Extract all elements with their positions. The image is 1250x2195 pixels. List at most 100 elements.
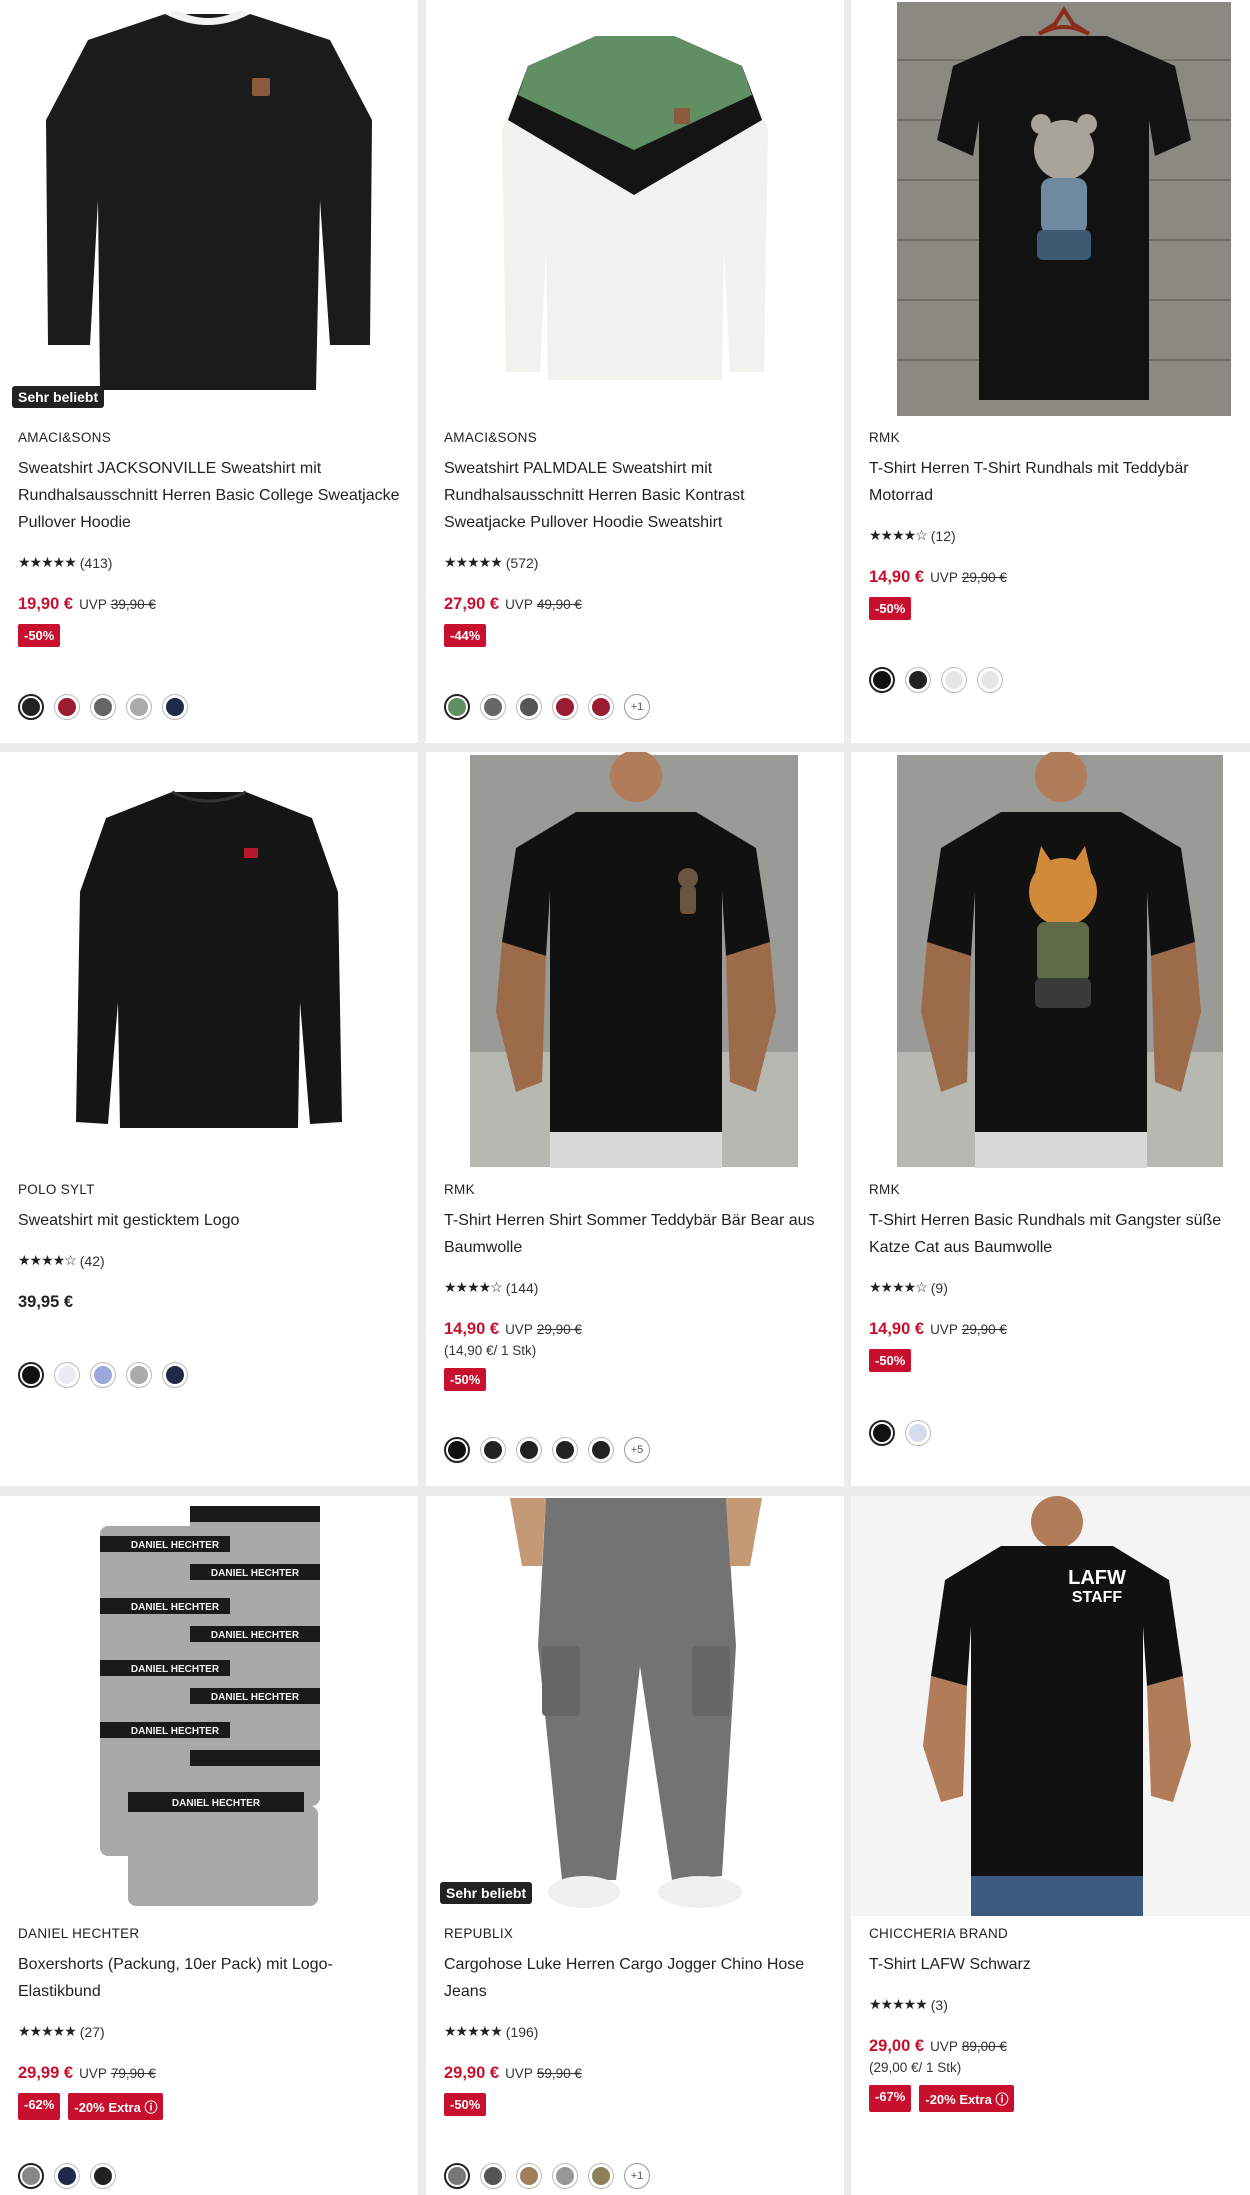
product-card[interactable]: AMACI&SONS Sweatshirt PALMDALE Sweatshir… [426,0,844,743]
price-row: 19,90 € UVP 39,90 € [18,595,400,614]
color-swatch[interactable] [480,2163,506,2189]
uvp-label: UVP [930,570,958,585]
color-swatch[interactable] [480,1437,506,1463]
color-swatches: +1 [444,2163,650,2189]
rating: ★★★★★ (196) [444,2023,826,2040]
rating-stars: ★★★★☆ [869,1279,928,1295]
extra-discount-badge[interactable]: -20% Extra ⓘ [919,2085,1015,2112]
color-swatch[interactable] [54,2163,80,2189]
product-image[interactable] [426,1496,844,1916]
color-swatch[interactable] [90,1362,116,1388]
staff-print-text: STAFF [1072,1589,1123,1606]
color-swatch[interactable] [90,2163,116,2189]
product-image[interactable]: LAFW STAFF [851,1496,1250,1916]
color-swatch[interactable] [126,1362,152,1388]
discount-tags: -50% [869,1349,1232,1372]
product-title[interactable]: T-Shirt Herren Basic Rundhals mit Gangst… [869,1207,1232,1261]
model-tshirt-image: LAFW STAFF [851,1496,1250,1916]
color-swatch[interactable] [162,694,188,720]
product-image[interactable] [0,752,418,1172]
product-card[interactable]: RMK T-Shirt Herren Shirt Sommer Teddybär… [426,752,844,1486]
discount-badge: -67% [869,2085,912,2112]
color-swatch[interactable] [444,694,470,720]
model-tshirt-image [897,752,1223,1168]
model-tshirt-image [470,752,798,1168]
product-image[interactable] [426,752,844,1172]
color-swatch[interactable] [588,1437,614,1463]
color-swatch[interactable] [90,694,116,720]
old-price: 59,90 € [536,2066,582,2081]
more-colors-button[interactable]: +1 [624,694,650,720]
uvp-label: UVP [79,2066,107,2081]
regular-price: 39,95 € [18,1293,74,1311]
color-swatch[interactable] [18,694,44,720]
old-price: 89,00 € [961,2039,1007,2054]
sale-price: 27,90 € [444,595,500,613]
discount-badge: -50% [444,2093,487,2116]
color-swatch[interactable] [126,694,152,720]
discount-badge: -50% [869,1349,912,1372]
product-card[interactable]: Sehr beliebt AMACI&SONS Sweatshirt JACKS… [0,0,418,743]
color-swatch[interactable] [54,1362,80,1388]
color-swatches [18,694,188,720]
color-swatch[interactable] [552,694,578,720]
review-count: (27) [79,2023,105,2040]
product-title[interactable]: Sweatshirt JACKSONVILLE Sweatshirt mit R… [18,455,400,536]
discount-badge: -62% [18,2093,61,2120]
color-swatch[interactable] [552,1437,578,1463]
product-grid: Sehr beliebt AMACI&SONS Sweatshirt JACKS… [0,0,1250,2195]
unit-price: (29,00 €/ 1 Stk) [869,2060,962,2075]
product-card[interactable]: LAFW STAFF CHICCHERIA BRAND T-Shirt LAFW… [851,1496,1250,2195]
product-image[interactable] [851,0,1250,420]
product-image[interactable]: DANIEL HECHTER DANIEL HECHTER DANIEL HEC… [0,1496,418,1916]
color-swatch[interactable] [905,1420,931,1446]
more-colors-button[interactable]: +1 [624,2163,650,2189]
product-title[interactable]: Sweatshirt mit gesticktem Logo [18,1207,400,1234]
color-swatches: +5 [444,1437,650,1463]
product-image[interactable] [426,0,844,420]
old-price: 29,90 € [961,1322,1007,1337]
product-card[interactable]: DANIEL HECHTER DANIEL HECHTER DANIEL HEC… [0,1496,418,2195]
extra-discount-badge[interactable]: -20% Extra ⓘ [68,2093,164,2120]
color-swatch[interactable] [516,1437,542,1463]
color-swatch[interactable] [869,1420,895,1446]
color-swatches [869,1420,931,1446]
color-swatch[interactable] [905,667,931,693]
color-swatch[interactable] [516,2163,542,2189]
color-swatch[interactable] [162,1362,188,1388]
color-swatch[interactable] [18,1362,44,1388]
color-swatch[interactable] [552,2163,578,2189]
price-row: 14,90 € UVP 29,90 € [444,1320,826,1339]
product-title[interactable]: Boxershorts (Packung, 10er Pack) mit Log… [18,1951,400,2005]
product-card[interactable]: RMK T-Shirt Herren Basic Rundhals mit Ga… [851,752,1250,1486]
color-swatch[interactable] [977,667,1003,693]
discount-tags: -50% [869,597,1232,620]
boxer-logo-text: DANIEL HECHTER [131,1726,220,1737]
color-swatch[interactable] [869,667,895,693]
product-title[interactable]: T-Shirt Herren T-Shirt Rundhals mit Tedd… [869,455,1232,509]
product-card[interactable]: Sehr beliebt REPUBLIX Cargohose Luke Her… [426,1496,844,2195]
color-swatch[interactable] [588,694,614,720]
color-swatch[interactable] [54,694,80,720]
product-title[interactable]: Sweatshirt PALMDALE Sweatshirt mit Rundh… [444,455,826,536]
more-colors-button[interactable]: +5 [624,1437,650,1463]
rating: ★★★★★ (27) [18,2023,400,2040]
brand-name: RMK [869,1182,900,1197]
color-swatch[interactable] [480,694,506,720]
price-row: 39,95 € [18,1293,400,1312]
color-swatch[interactable] [444,2163,470,2189]
color-swatch[interactable] [588,2163,614,2189]
product-card[interactable]: RMK T-Shirt Herren T-Shirt Rundhals mit … [851,0,1250,743]
discount-tags: -50% [444,1368,826,1391]
product-title[interactable]: Cargohose Luke Herren Cargo Jogger Chino… [444,1951,826,2005]
price-row: 14,90 € UVP 29,90 € [869,568,1232,587]
color-swatch[interactable] [18,2163,44,2189]
product-title[interactable]: T-Shirt LAFW Schwarz [869,1951,1232,1978]
product-title[interactable]: T-Shirt Herren Shirt Sommer Teddybär Bär… [444,1207,826,1261]
product-image[interactable] [851,752,1250,1172]
color-swatch[interactable] [941,667,967,693]
color-swatch[interactable] [444,1437,470,1463]
product-card[interactable]: POLO SYLT Sweatshirt mit gesticktem Logo… [0,752,418,1486]
color-swatch[interactable] [516,694,542,720]
product-image[interactable] [0,0,418,420]
